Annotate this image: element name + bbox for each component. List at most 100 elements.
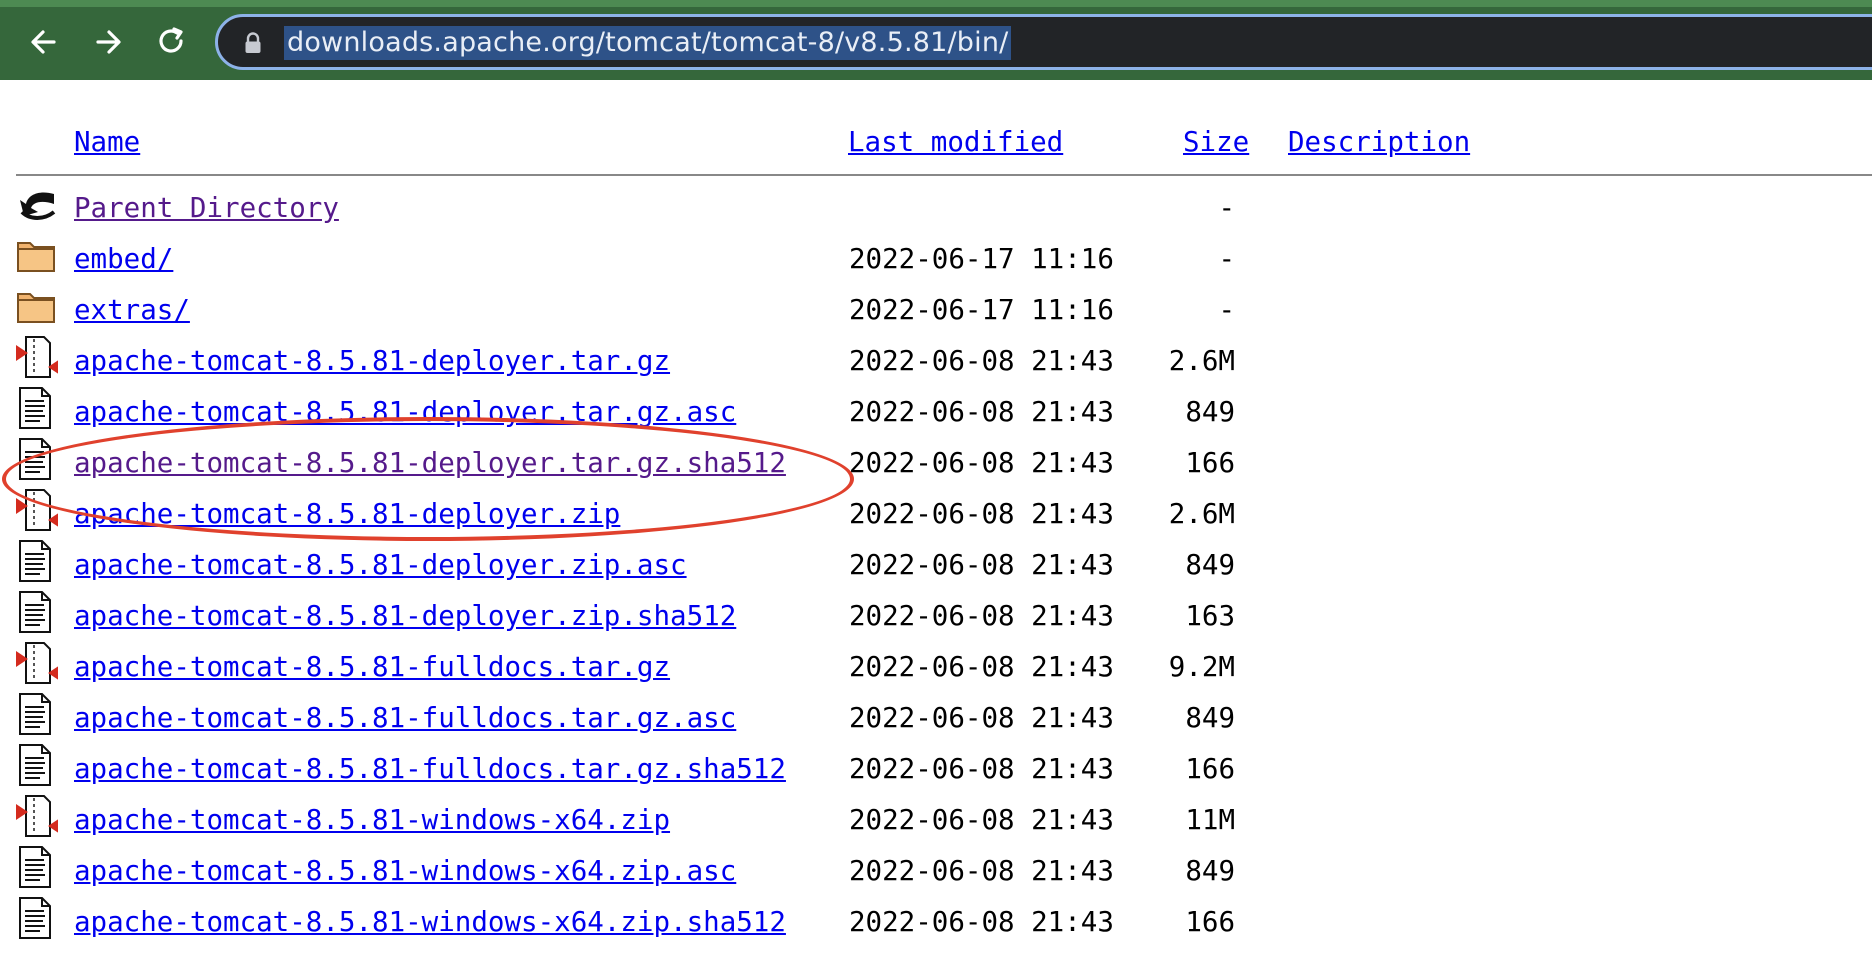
table-row: extras/2022-06-17 11:16 -	[0, 284, 1872, 334]
file-name-cell: apache-tomcat-8.5.81-deployer.tar.gz.sha…	[74, 445, 786, 481]
compressed-icon[interactable]	[16, 488, 60, 532]
size-cell: 166	[1185, 447, 1235, 479]
table-row: Parent Directory -	[0, 182, 1872, 232]
file-link[interactable]: apache-tomcat-8.5.81-fulldocs.tar.gz	[74, 651, 670, 683]
file-link[interactable]: apache-tomcat-8.5.81-deployer.zip.sha512	[74, 600, 736, 632]
address-bar[interactable]: downloads.apache.org/tomcat/tomcat-8/v8.…	[215, 14, 1872, 70]
tab-strip-edge	[0, 0, 1872, 7]
table-row: apache-tomcat-8.5.81-fulldocs.tar.gz 2022…	[0, 641, 1872, 691]
last-modified-cell: 2022-06-08 21:43	[849, 447, 1114, 479]
back-button[interactable]	[24, 24, 64, 60]
forward-button[interactable]	[88, 24, 128, 60]
last-modified-cell: 2022-06-08 21:43	[849, 702, 1114, 734]
file-link[interactable]: apache-tomcat-8.5.81-deployer.zip	[74, 498, 620, 530]
column-header-last-modified[interactable]: Last modified	[848, 124, 1063, 160]
size-cell: 163	[1185, 600, 1235, 632]
last-modified-cell: 2022-06-08 21:43	[849, 345, 1114, 377]
table-row: apache-tomcat-8.5.81-windows-x64.zip 2022…	[0, 794, 1872, 844]
arrow-left-icon	[31, 30, 56, 54]
text-file-icon[interactable]	[16, 845, 58, 889]
last-modified-cell: 2022-06-17 11:16	[849, 294, 1114, 326]
compressed-icon[interactable]	[16, 335, 60, 379]
size-cell: 9.2M	[1168, 651, 1235, 683]
last-modified-cell: 2022-06-08 21:43	[849, 600, 1114, 632]
last-modified-cell: 2022-06-17 11:16	[849, 243, 1114, 275]
file-link[interactable]: apache-tomcat-8.5.81-windows-x64.zip.asc	[74, 855, 736, 887]
reload-button[interactable]	[152, 24, 192, 60]
last-modified-cell: 2022-06-08 21:43	[849, 396, 1114, 428]
text-file-icon[interactable]	[16, 692, 58, 736]
text-file-icon[interactable]	[16, 896, 58, 940]
last-modified-cell: 2022-06-08 21:43	[849, 549, 1114, 581]
compressed-icon[interactable]	[16, 794, 60, 838]
last-modified-cell: 2022-06-08 21:43	[849, 753, 1114, 785]
browser-toolbar: downloads.apache.org/tomcat/tomcat-8/v8.…	[0, 0, 1872, 80]
text-file-icon[interactable]	[16, 743, 58, 787]
folder-icon[interactable]	[16, 284, 58, 328]
file-name-cell: apache-tomcat-8.5.81-windows-x64.zip.sha…	[74, 904, 786, 940]
file-name-cell: apache-tomcat-8.5.81-fulldocs.tar.gz.sha…	[74, 751, 786, 787]
file-link[interactable]: apache-tomcat-8.5.81-fulldocs.tar.gz.sha…	[74, 753, 786, 785]
text-file-icon[interactable]	[16, 539, 58, 583]
file-link[interactable]: apache-tomcat-8.5.81-deployer.tar.gz.sha…	[74, 447, 786, 479]
table-row: apache-tomcat-8.5.81-deployer.tar.gz.asc…	[0, 386, 1872, 436]
column-header-description[interactable]: Description	[1288, 124, 1470, 160]
text-file-icon[interactable]	[16, 590, 58, 634]
table-row: apache-tomcat-8.5.81-windows-x64.zip.sha…	[0, 896, 1872, 946]
table-row: apache-tomcat-8.5.81-fulldocs.tar.gz.sha…	[0, 743, 1872, 793]
directory-listing: Name Last modified Size Description Pare…	[0, 80, 1872, 970]
table-row: apache-tomcat-8.5.81-deployer.tar.gz 2022…	[0, 335, 1872, 385]
size-cell: 2.6M	[1168, 498, 1235, 530]
size-cell: 849	[1185, 702, 1235, 734]
file-name-cell: apache-tomcat-8.5.81-deployer.zip	[74, 496, 620, 532]
file-name-cell: apache-tomcat-8.5.81-deployer.tar.gz	[74, 343, 670, 379]
file-link[interactable]: apache-tomcat-8.5.81-deployer.tar.gz	[74, 345, 670, 377]
size-cell: -	[1218, 192, 1235, 224]
sort-by-last-modified-link[interactable]: Last modified	[848, 126, 1063, 158]
file-name-cell: apache-tomcat-8.5.81-deployer.tar.gz.asc	[74, 394, 736, 430]
file-name-cell: apache-tomcat-8.5.81-fulldocs.tar.gz.asc	[74, 700, 736, 736]
file-name-cell: apache-tomcat-8.5.81-deployer.zip.asc	[74, 547, 687, 583]
file-link[interactable]: apache-tomcat-8.5.81-deployer.zip.asc	[74, 549, 687, 581]
file-name-cell: apache-tomcat-8.5.81-fulldocs.tar.gz	[74, 649, 670, 685]
sort-by-description-link[interactable]: Description	[1288, 126, 1470, 158]
last-modified-cell: 2022-06-08 21:43	[849, 651, 1114, 683]
last-modified-cell: 2022-06-08 21:43	[849, 906, 1114, 938]
text-file-icon[interactable]	[16, 437, 58, 481]
folder-icon[interactable]	[16, 233, 58, 277]
file-name-cell: apache-tomcat-8.5.81-windows-x64.zip.asc	[74, 853, 736, 889]
sort-by-name-link[interactable]: Name	[74, 126, 140, 158]
file-name-cell: extras/	[74, 292, 190, 328]
size-cell: 2.6M	[1168, 345, 1235, 377]
table-row: apache-tomcat-8.5.81-deployer.zip.asc 202…	[0, 539, 1872, 589]
column-header-name[interactable]: Name	[74, 124, 140, 160]
size-cell: 11M	[1185, 804, 1235, 836]
url-text[interactable]: downloads.apache.org/tomcat/tomcat-8/v8.…	[284, 26, 1012, 60]
file-link[interactable]: apache-tomcat-8.5.81-fulldocs.tar.gz.asc	[74, 702, 736, 734]
size-cell: 849	[1185, 549, 1235, 581]
text-file-icon[interactable]	[16, 386, 58, 430]
column-header-size[interactable]: Size	[1183, 124, 1249, 160]
size-cell: 166	[1185, 753, 1235, 785]
last-modified-cell: 2022-06-08 21:43	[849, 855, 1114, 887]
file-link[interactable]: embed/	[74, 243, 173, 275]
size-cell: 849	[1185, 396, 1235, 428]
arrow-right-icon	[96, 30, 121, 54]
file-name-cell: Parent Directory	[74, 190, 339, 226]
file-link[interactable]: apache-tomcat-8.5.81-deployer.tar.gz.asc	[74, 396, 736, 428]
compressed-icon[interactable]	[16, 641, 60, 685]
file-link[interactable]: Parent Directory	[74, 192, 339, 224]
table-row: apache-tomcat-8.5.81-windows-x64.zip.asc…	[0, 845, 1872, 895]
file-link[interactable]: extras/	[74, 294, 190, 326]
file-name-cell: apache-tomcat-8.5.81-deployer.zip.sha512	[74, 598, 736, 634]
table-row: apache-tomcat-8.5.81-deployer.tar.gz.sha…	[0, 437, 1872, 487]
header-divider	[16, 174, 1872, 176]
table-row: apache-tomcat-8.5.81-deployer.zip.sha512…	[0, 590, 1872, 640]
size-cell: -	[1218, 294, 1235, 326]
last-modified-cell: 2022-06-08 21:43	[849, 804, 1114, 836]
sort-by-size-link[interactable]: Size	[1183, 126, 1249, 158]
file-link[interactable]: apache-tomcat-8.5.81-windows-x64.zip.sha…	[74, 906, 786, 938]
back-icon[interactable]	[16, 182, 58, 226]
file-link[interactable]: apache-tomcat-8.5.81-windows-x64.zip	[74, 804, 670, 836]
size-cell: -	[1218, 243, 1235, 275]
